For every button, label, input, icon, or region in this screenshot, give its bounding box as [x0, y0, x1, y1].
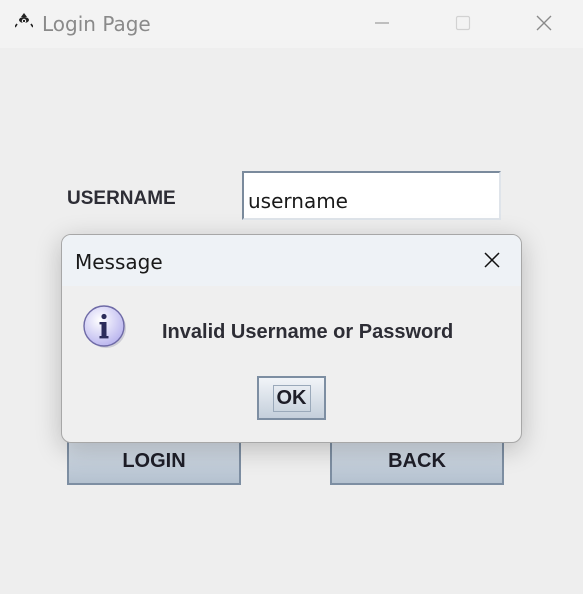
username-label: USERNAME [67, 188, 176, 209]
title-bar[interactable]: Login Page [0, 0, 583, 48]
back-button[interactable]: BACK [330, 438, 504, 485]
close-button[interactable] [524, 8, 564, 38]
dialog-message: Invalid Username or Password [162, 321, 454, 343]
dialog-close-button[interactable] [476, 246, 508, 274]
ok-button[interactable]: OK [257, 376, 326, 420]
username-input[interactable]: username [242, 171, 501, 220]
minimize-icon [375, 22, 389, 24]
minimize-button[interactable] [362, 8, 402, 38]
maximize-button[interactable] [443, 8, 483, 38]
message-dialog: Message Invalid Username or Password OK [61, 234, 522, 443]
login-button[interactable]: LOGIN [67, 438, 241, 485]
login-window: Login Page USERNAME username LOGIN BACK … [0, 0, 583, 594]
window-title: Login Page [42, 12, 151, 36]
dialog-title: Message [75, 250, 163, 274]
close-icon [536, 15, 552, 31]
close-icon [484, 252, 500, 268]
maximize-icon [455, 15, 471, 31]
dialog-title-bar[interactable]: Message [62, 235, 521, 286]
duke-java-icon [15, 13, 33, 28]
ok-button-label: OK [272, 384, 311, 412]
info-icon [83, 305, 126, 348]
